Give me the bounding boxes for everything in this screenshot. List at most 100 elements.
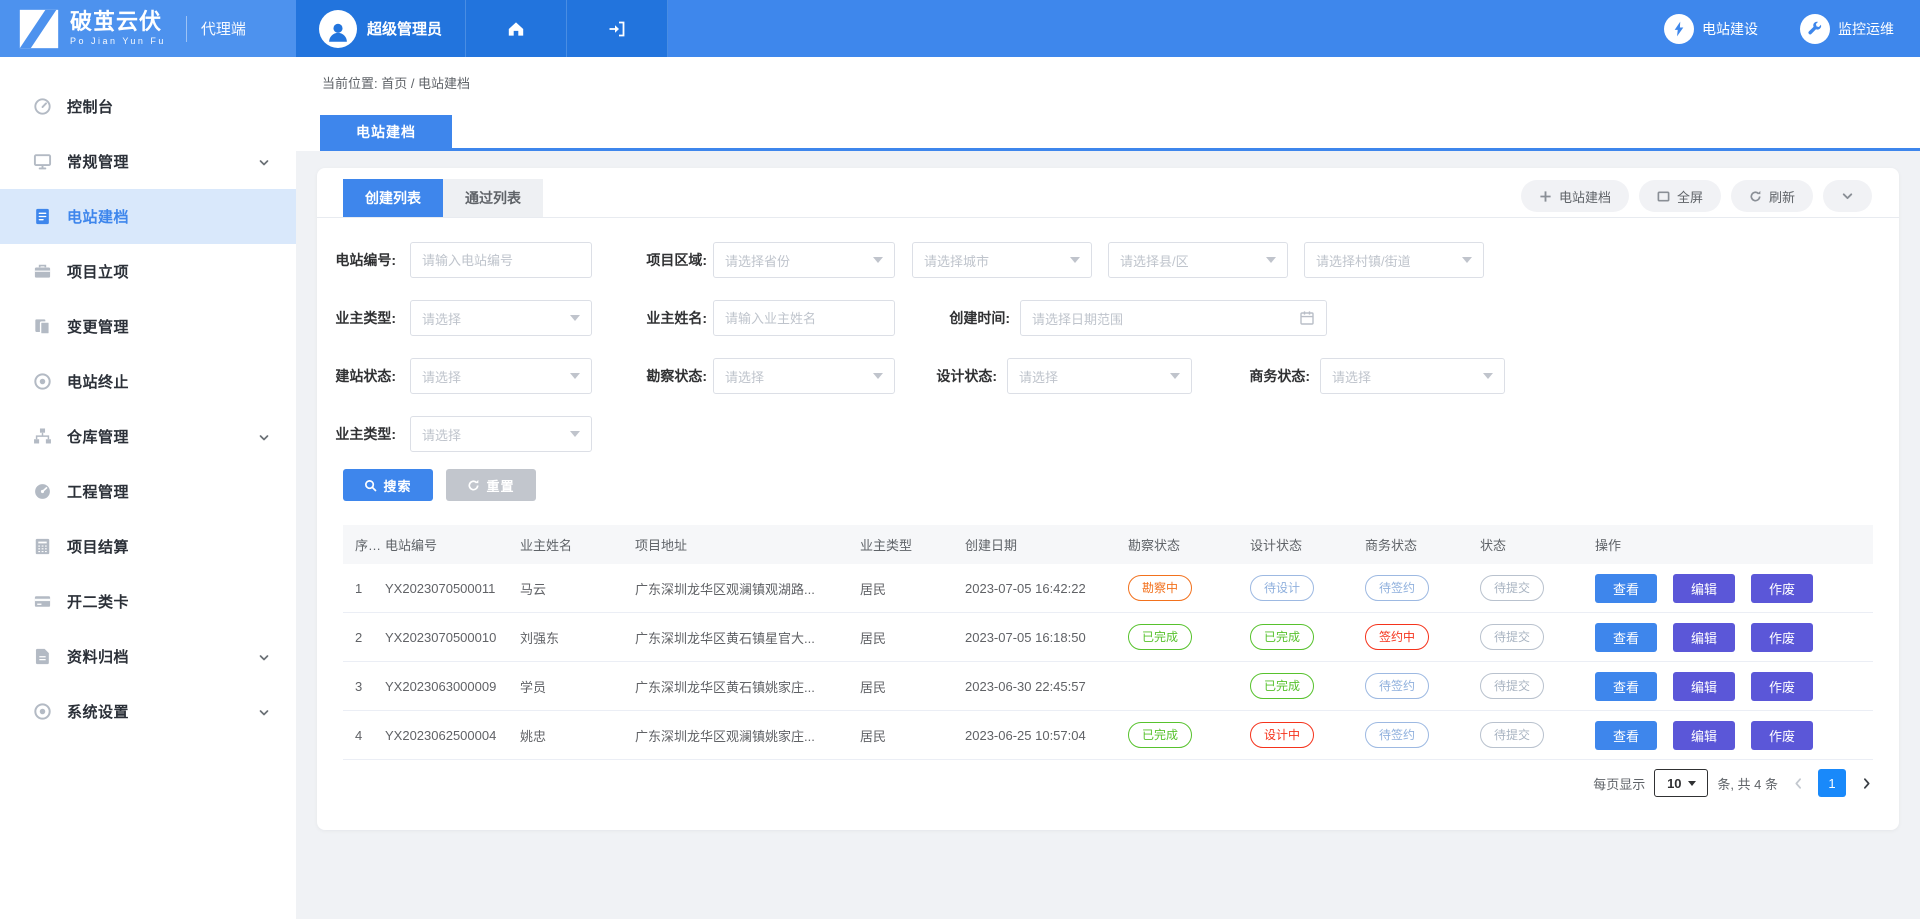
filter-date-7[interactable]: 请选择日期范围	[1020, 300, 1327, 336]
sidebar-item-9[interactable]: 开二类卡	[0, 574, 296, 629]
next-page-button[interactable]	[1855, 769, 1877, 797]
sidebar-item-10[interactable]: 资料归档	[0, 629, 296, 684]
cell-owner: 学员	[520, 677, 635, 696]
cell-created: 2023-07-05 16:18:50	[965, 630, 1128, 645]
status-badge: 待提交	[1480, 624, 1544, 650]
table-row: 1YX2023070500011马云广东深圳龙华区观澜镇观湖路...居民2023…	[343, 564, 1873, 613]
column-header: 商务状态	[1365, 535, 1480, 554]
sidebar-item-8[interactable]: 项目结算	[0, 519, 296, 574]
search-icon	[364, 479, 377, 492]
filter-select-4[interactable]: 请选择村镇/街道	[1304, 242, 1484, 278]
wrench-icon	[1800, 14, 1830, 44]
filter-select-3[interactable]: 请选择县/区	[1108, 242, 1288, 278]
filter-label: 项目区域:	[587, 242, 707, 278]
sidebar-item-1[interactable]: 常规管理	[0, 134, 296, 189]
cell-created: 2023-06-25 10:57:04	[965, 728, 1128, 743]
filter-input-6[interactable]	[713, 300, 895, 336]
sidebar-item-2[interactable]: 电站建档	[0, 189, 296, 244]
void-button[interactable]: 作废	[1751, 721, 1813, 750]
sidebar-item-0[interactable]: 控制台	[0, 79, 296, 134]
dropdown-caret-icon	[570, 431, 580, 437]
pagination: 每页显示 10 条, 共 4 条 1	[1593, 768, 1877, 798]
view-button[interactable]: 查看	[1595, 574, 1657, 603]
cell-owner: 刘强东	[520, 628, 635, 647]
sidebar-item-11[interactable]: 系统设置	[0, 684, 296, 739]
filter-select-5[interactable]: 请选择	[410, 300, 592, 336]
void-button[interactable]: 作废	[1751, 672, 1813, 701]
sidebar-item-6[interactable]: 仓库管理	[0, 409, 296, 464]
column-header: 序号	[355, 535, 385, 554]
logo-text: 破茧云伏 Po Jian Yun Fu	[70, 11, 166, 46]
bolt-icon	[1664, 14, 1694, 44]
cell-design: 已完成	[1250, 624, 1365, 650]
filter-select-9[interactable]: 请选择	[713, 358, 895, 394]
view-button[interactable]: 查看	[1595, 672, 1657, 701]
sidebar-item-4[interactable]: 变更管理	[0, 299, 296, 354]
cell-no: 2	[355, 630, 385, 645]
filter-input-0[interactable]	[410, 242, 592, 278]
user-menu[interactable]: 超级管理员	[296, 0, 466, 57]
column-header: 业主姓名	[520, 535, 635, 554]
sidebar-item-label: 变更管理	[67, 316, 129, 337]
filter-form: 电站编号:项目区域:请选择省份请选择城市请选择县/区请选择村镇/街道业主类型:请…	[317, 168, 1899, 508]
cell-address: 广东深圳龙华区黄石镇星官大...	[635, 628, 860, 647]
view-button[interactable]: 查看	[1595, 721, 1657, 750]
chevron-down-icon	[258, 651, 270, 663]
sidebar-item-3[interactable]: 项目立项	[0, 244, 296, 299]
cell-status: 待提交	[1480, 624, 1595, 650]
filter-select-11[interactable]: 请选择	[1320, 358, 1505, 394]
top-nav-construction[interactable]: 电站建设	[1664, 14, 1758, 44]
doc-icon	[33, 207, 52, 226]
sidebar-item-7[interactable]: 工程管理	[0, 464, 296, 519]
filter-text-input[interactable]	[422, 253, 580, 268]
search-button[interactable]: 搜索	[343, 469, 433, 501]
filter-placeholder: 请选择	[422, 367, 564, 386]
void-button[interactable]: 作废	[1751, 623, 1813, 652]
filter-select-2[interactable]: 请选择城市	[912, 242, 1092, 278]
dashboard-icon	[33, 97, 52, 116]
cell-business: 待签约	[1365, 673, 1480, 699]
void-button[interactable]: 作废	[1751, 574, 1813, 603]
status-badge: 已完成	[1250, 624, 1314, 650]
cell-actions: 查看编辑作废	[1595, 574, 1873, 603]
dropdown-caret-icon	[1462, 257, 1472, 263]
prev-page-button[interactable]	[1787, 769, 1809, 797]
reset-button[interactable]: 重置	[446, 469, 536, 501]
filter-select-8[interactable]: 请选择	[410, 358, 592, 394]
page-tab[interactable]: 电站建档	[320, 115, 452, 148]
column-header: 项目地址	[635, 535, 860, 554]
view-button[interactable]: 查看	[1595, 623, 1657, 652]
logo-divider	[186, 16, 187, 42]
column-header: 状态	[1480, 535, 1595, 554]
filter-label: 业主类型:	[317, 300, 396, 336]
breadcrumb: 当前位置: 首页 / 电站建档	[322, 73, 470, 92]
top-nav-label: 监控运维	[1838, 19, 1894, 39]
sidebar-item-5[interactable]: 电站终止	[0, 354, 296, 409]
home-button[interactable]	[466, 0, 567, 57]
content-panel: 创建列表通过列表 电站建档全屏刷新 电站编号:项目区域:请选择省份请选择城市请选…	[317, 168, 1899, 830]
filter-text-input[interactable]	[725, 311, 883, 326]
status-badge: 待提交	[1480, 575, 1544, 601]
dropdown-caret-icon	[570, 315, 580, 321]
filter-select-1[interactable]: 请选择省份	[713, 242, 895, 278]
chevron-down-icon	[258, 706, 270, 718]
circledot-icon	[33, 702, 52, 721]
page-number[interactable]: 1	[1818, 769, 1846, 797]
logout-button[interactable]	[567, 0, 668, 57]
tab-underline	[320, 148, 1920, 151]
edit-button[interactable]: 编辑	[1673, 672, 1735, 701]
top-nav-operations[interactable]: 监控运维	[1800, 14, 1894, 44]
status-badge: 已完成	[1128, 624, 1192, 650]
logout-icon	[607, 19, 627, 39]
filter-select-12[interactable]: 请选择	[410, 416, 592, 452]
cell-owner_type: 居民	[860, 628, 965, 647]
filter-placeholder: 请选择日期范围	[1032, 309, 1293, 328]
cell-design: 设计中	[1250, 722, 1365, 748]
edit-button[interactable]: 编辑	[1673, 574, 1735, 603]
status-badge: 待提交	[1480, 673, 1544, 699]
filter-select-10[interactable]: 请选择	[1007, 358, 1192, 394]
edit-button[interactable]: 编辑	[1673, 623, 1735, 652]
filter-label: 设计状态:	[897, 358, 997, 394]
per-page-select[interactable]: 10	[1654, 769, 1708, 797]
edit-button[interactable]: 编辑	[1673, 721, 1735, 750]
